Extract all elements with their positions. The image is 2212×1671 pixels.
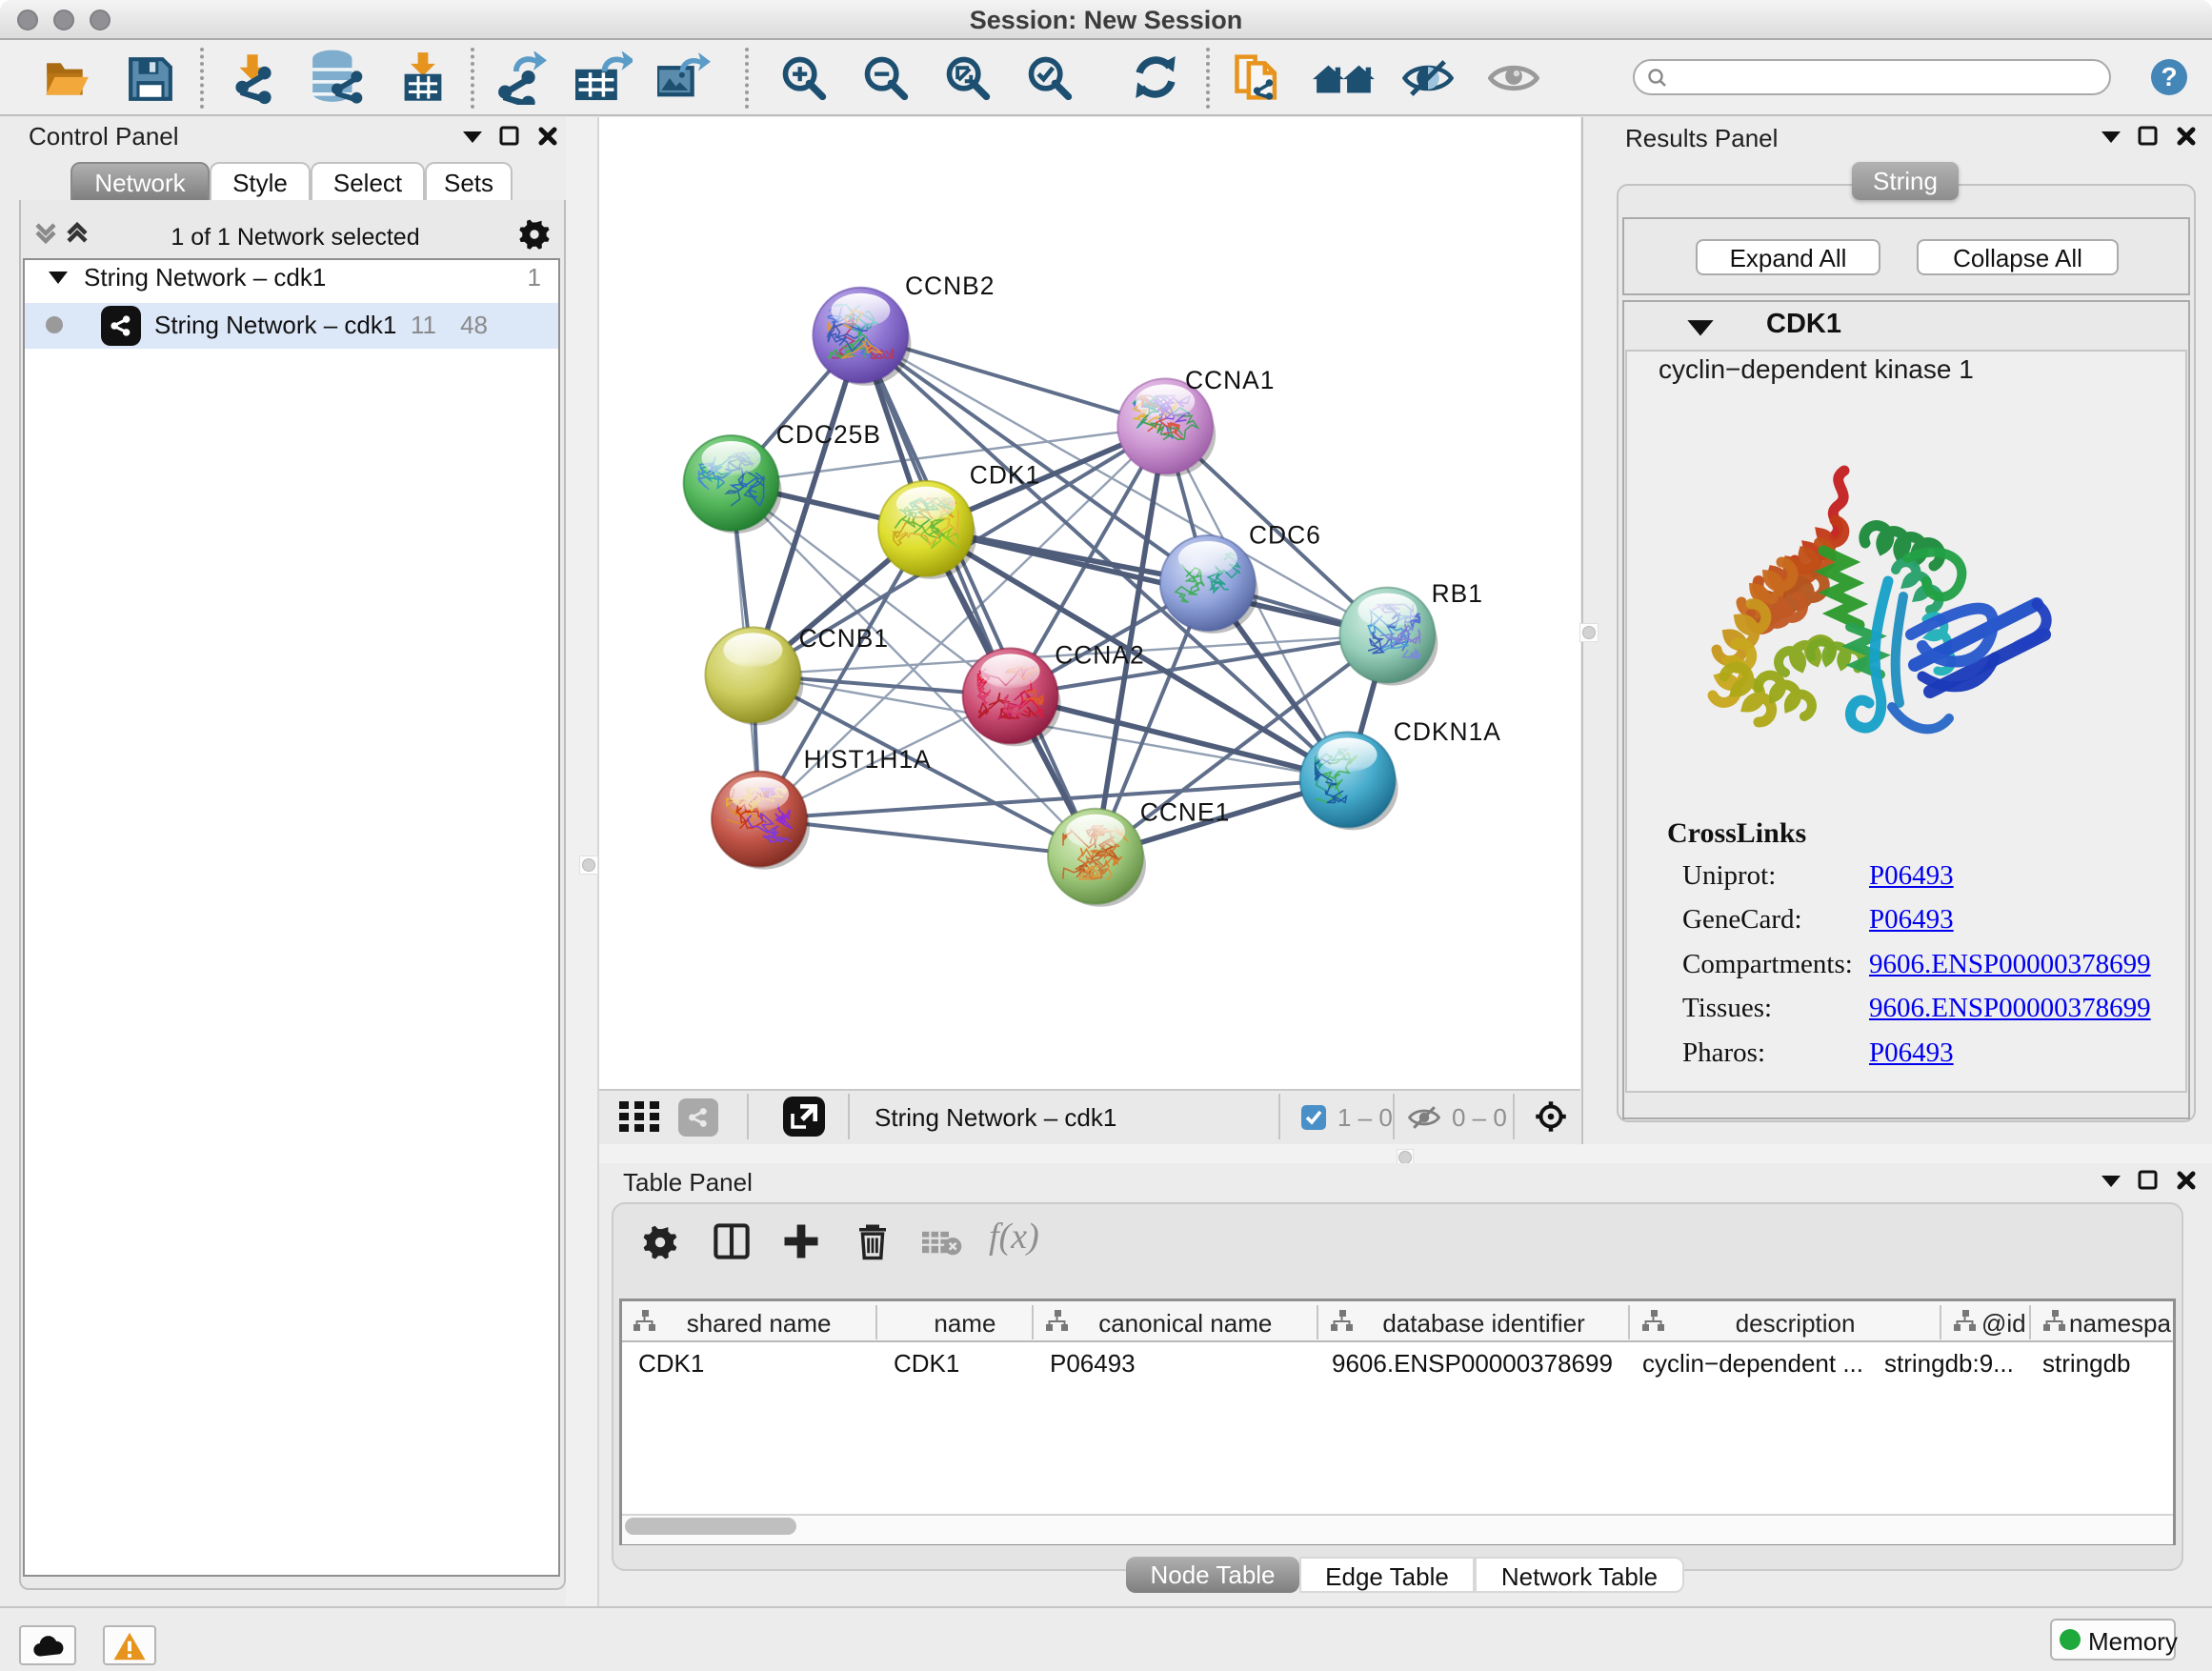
svg-text:CCNE1: CCNE1 [1140, 798, 1230, 827]
svg-text:CCNB2: CCNB2 [905, 272, 995, 300]
svg-text:CCNA2: CCNA2 [1055, 640, 1144, 669]
svg-text:RB1: RB1 [1432, 579, 1483, 608]
svg-text:HIST1H1A: HIST1H1A [804, 745, 932, 774]
svg-text:CDKN1A: CDKN1A [1394, 717, 1501, 746]
svg-text:CCNB1: CCNB1 [799, 624, 889, 653]
svg-text:CCNA1: CCNA1 [1185, 366, 1275, 394]
svg-text:CDC6: CDC6 [1249, 521, 1321, 550]
svg-text:CDK1: CDK1 [970, 461, 1040, 490]
svg-text:CDC25B: CDC25B [776, 420, 881, 449]
